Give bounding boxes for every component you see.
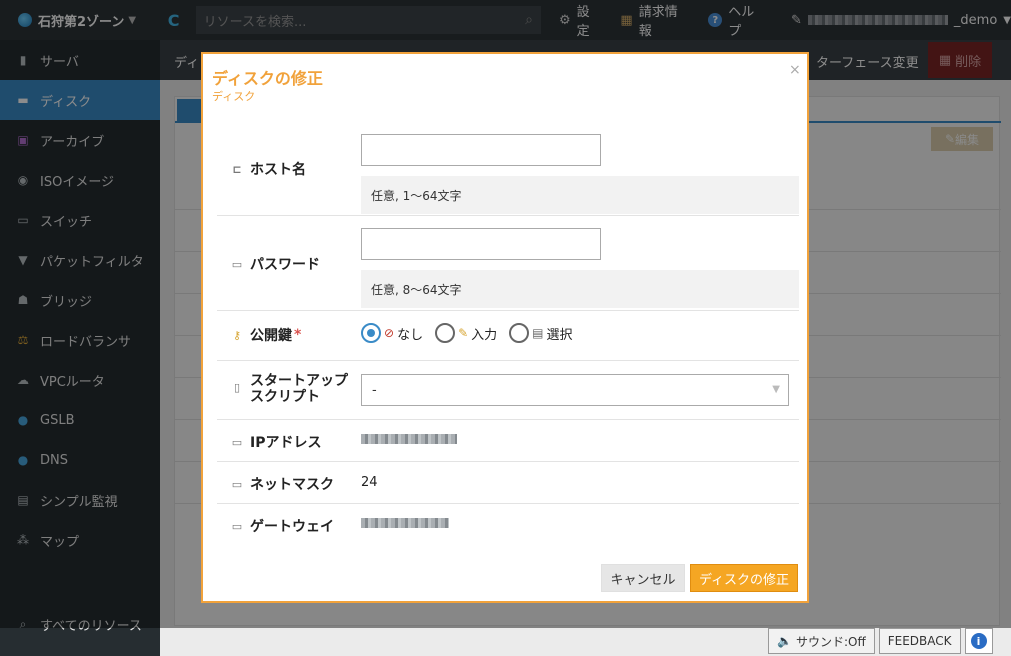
gateway-row: ▭ ゲートウェイ — [217, 504, 799, 546]
ip-label: ▭ IPアドレス — [229, 432, 322, 452]
modal-actions: キャンセル ディスクの修正 — [601, 564, 798, 592]
pubkey-label-text: 公開鍵 — [250, 328, 292, 344]
netmask-row: ▭ ネットマスク 24 — [217, 462, 799, 504]
gateway-label: ▭ ゲートウェイ — [229, 516, 334, 536]
no-entry-icon: ⊘ — [384, 326, 395, 340]
pubkey-row: ⚷ 公開鍵 * ⊘ なし ✎ 入力 ▤ 選択 — [217, 311, 799, 361]
hostname-input[interactable] — [361, 134, 601, 166]
list-icon: ▤ — [532, 326, 544, 340]
document-icon: ▯ — [233, 381, 241, 394]
speaker-icon: 🔈 — [777, 634, 792, 648]
option-label: なし — [397, 327, 424, 343]
netmask-icon: ▭ — [231, 477, 243, 491]
pubkey-options: ⊘ なし ✎ 入力 ▤ 選択 — [361, 323, 581, 343]
startup-script-label: ▯ スタートアップ スクリプト — [229, 373, 348, 405]
hostname-hint: 任意, 1〜64文字 — [361, 176, 799, 214]
close-icon[interactable]: × — [789, 62, 801, 78]
tag-icon: ⊏ — [232, 162, 242, 176]
startup-script-label-text: スタートアップ スクリプト — [250, 373, 348, 405]
sound-label: サウンド:Off — [795, 634, 866, 649]
startup-script-row: ▯ スタートアップ スクリプト - ▼ — [217, 361, 799, 420]
hostname-row: ⊏ ホスト名 任意, 1〜64文字 — [217, 122, 799, 216]
password-row: ▭ パスワード 任意, 8〜64文字 — [217, 216, 799, 311]
hostname-label: ⊏ ホスト名 — [229, 159, 306, 179]
password-label-text: パスワード — [250, 257, 320, 273]
netmask-label: ▭ ネットマスク — [229, 474, 334, 494]
sound-toggle-button[interactable]: 🔈 サウンド:Off — [768, 628, 875, 654]
password-label: ▭ パスワード — [229, 254, 320, 274]
cancel-button[interactable]: キャンセル — [601, 564, 685, 592]
radio-button[interactable] — [361, 323, 381, 343]
radio-button[interactable] — [435, 323, 456, 343]
gateway-label-text: ゲートウェイ — [250, 519, 334, 535]
select-value: - — [372, 382, 377, 398]
pubkey-option-select[interactable]: ▤ 選択 — [509, 323, 573, 343]
pubkey-option-none[interactable]: ⊘ なし — [361, 323, 423, 343]
required-mark: * — [294, 327, 302, 343]
password-hint: 任意, 8〜64文字 — [361, 270, 799, 308]
edit-disk-modal: × ディスクの修正 ディスク ⊏ ホスト名 任意, 1〜64文字 ▭ パスワード… — [201, 52, 809, 603]
modal-subtitle: ディスク — [212, 90, 256, 103]
pubkey-label: ⚷ 公開鍵 * — [229, 325, 301, 345]
password-input[interactable] — [361, 228, 601, 260]
radio-button[interactable] — [509, 323, 530, 343]
netmask-label-text: ネットマスク — [250, 477, 334, 493]
hostname-label-text: ホスト名 — [250, 162, 306, 178]
ip-label-text: IPアドレス — [250, 435, 322, 451]
info-button[interactable]: i — [964, 628, 993, 654]
submit-button[interactable]: ディスクの修正 — [690, 564, 798, 592]
key-icon: ⚷ — [232, 328, 242, 342]
pubkey-option-input[interactable]: ✎ 入力 — [435, 323, 497, 343]
gateway-icon: ▭ — [231, 519, 243, 533]
info-icon: i — [970, 633, 987, 649]
key-dots-icon: ▭ — [231, 257, 243, 271]
startup-label-line1: スタートアップ — [250, 373, 348, 389]
redacted-gateway-value — [361, 518, 449, 528]
modal-title: ディスクの修正 — [212, 69, 323, 88]
status-bar: 🔈 サウンド:Off FEEDBACK i — [768, 628, 993, 654]
chevron-down-icon: ▼ — [772, 384, 780, 395]
ip-row: ▭ IPアドレス — [217, 420, 799, 462]
netmask-value: 24 — [361, 475, 378, 490]
ip-icon: ▭ — [231, 435, 243, 449]
option-label: 入力 — [471, 327, 498, 343]
startup-script-select[interactable]: - ▼ — [361, 374, 789, 406]
redacted-ip-value — [361, 434, 457, 444]
startup-label-line2: スクリプト — [250, 389, 320, 405]
pencil-icon: ✎ — [458, 326, 469, 340]
feedback-label: FEEDBACK — [887, 634, 952, 648]
option-label: 選択 — [546, 327, 573, 343]
feedback-button[interactable]: FEEDBACK — [878, 628, 961, 654]
